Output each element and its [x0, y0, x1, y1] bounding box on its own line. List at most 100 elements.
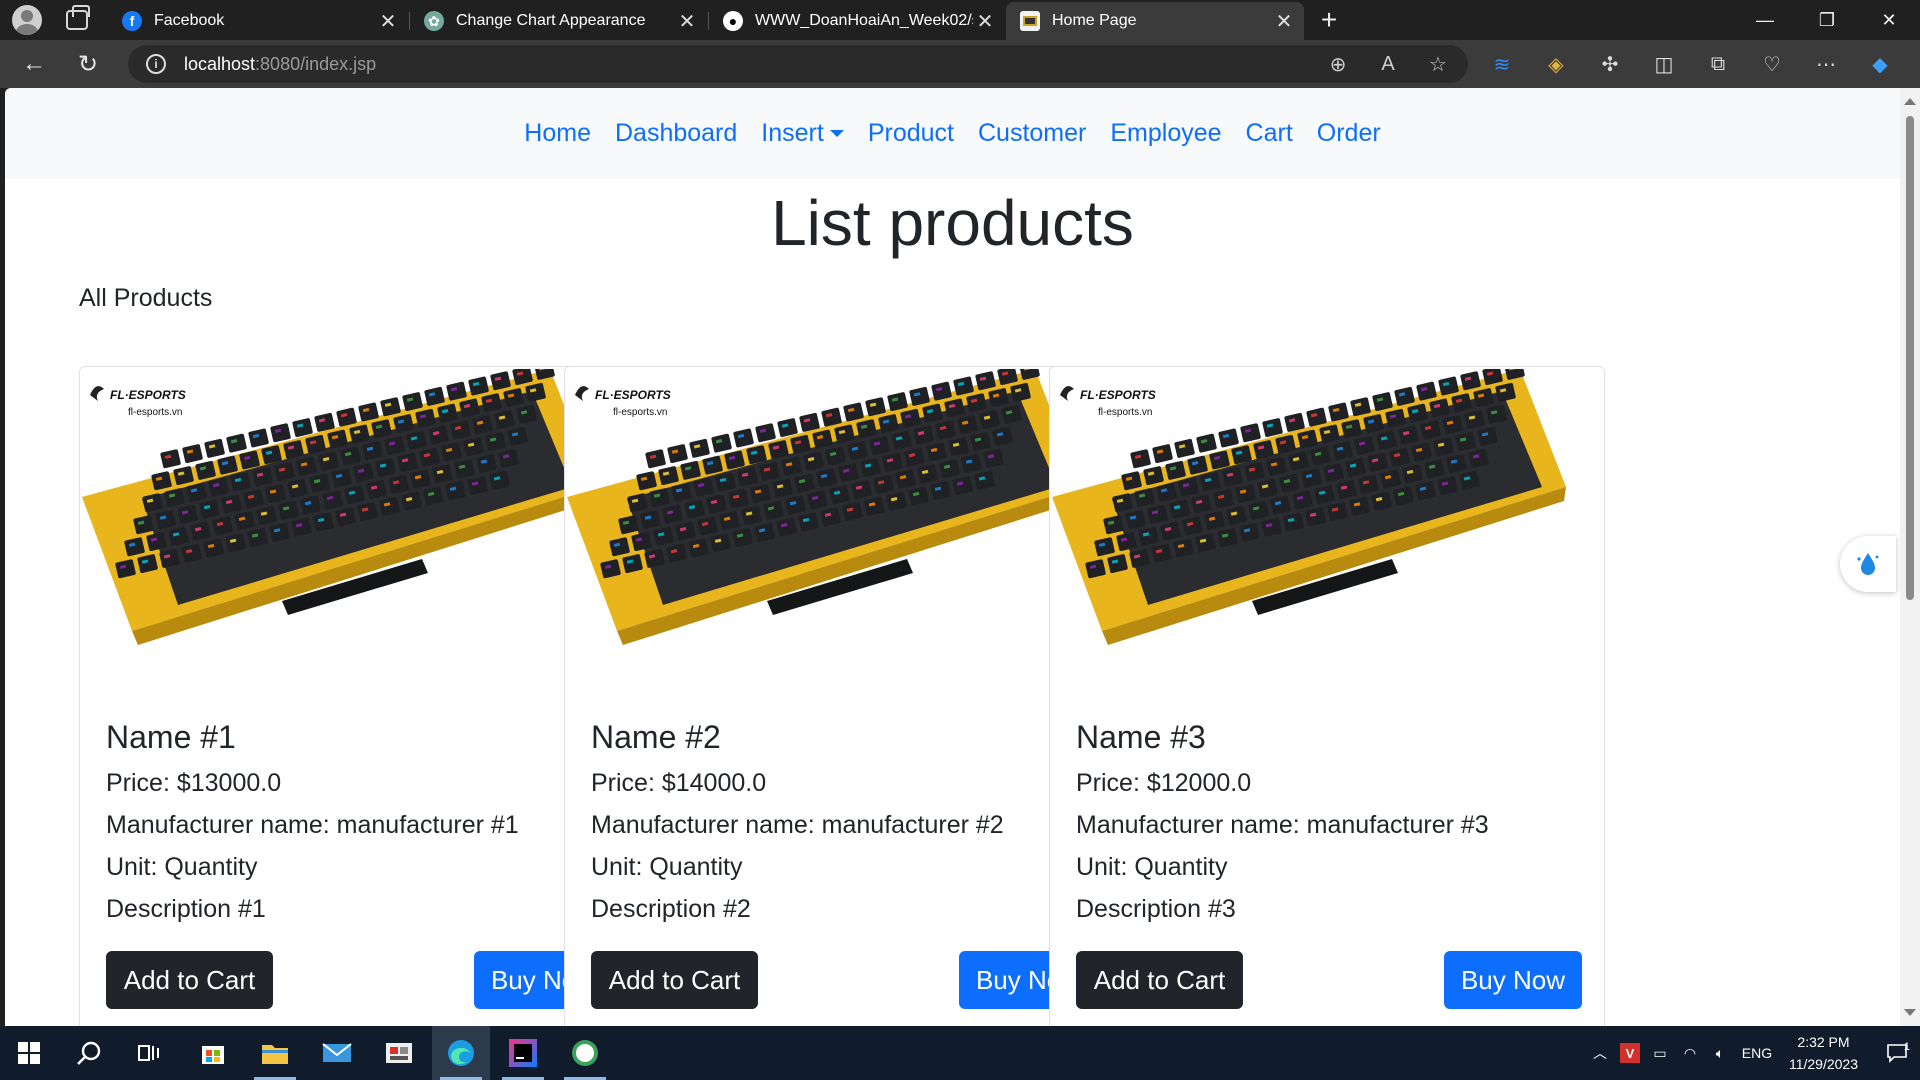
tab-github[interactable]: ● WWW_DoanHoaiAn_Week02/src ✕: [709, 2, 1005, 40]
site-info-icon[interactable]: i: [146, 54, 166, 74]
profile-avatar-icon[interactable]: [12, 5, 42, 35]
notification-count: 1: [1903, 1041, 1910, 1053]
tab-actions-icon[interactable]: [66, 5, 90, 30]
nav-home[interactable]: Home: [512, 119, 603, 148]
product-price: Price: $14000.0: [591, 769, 767, 797]
add-to-cart-button[interactable]: Add to Cart: [591, 951, 758, 1009]
product-card: FL·ESPORTS fl-esports.vn Name #3 Price: $12…: [1049, 366, 1605, 1026]
close-icon[interactable]: ✕: [1272, 9, 1296, 33]
battery-icon[interactable]: ▭: [1645, 1045, 1675, 1062]
task-view-icon[interactable]: [120, 1026, 178, 1080]
nav-employee[interactable]: Employee: [1098, 119, 1233, 148]
back-icon[interactable]: ←: [16, 46, 52, 82]
extensions-puzzle-icon[interactable]: ✣: [1592, 46, 1628, 82]
refresh-icon[interactable]: ↻: [70, 46, 106, 82]
performance-heart-icon[interactable]: ♡: [1754, 46, 1790, 82]
vivaldi-tray-icon[interactable]: V: [1615, 1043, 1645, 1063]
intellij-idea-icon[interactable]: [494, 1026, 552, 1080]
search-icon[interactable]: [60, 1026, 118, 1080]
address-bar[interactable]: i localhost:8080/index.jsp ⊕ A ☆: [128, 45, 1468, 83]
tab-change-chart[interactable]: ✿ Change Chart Appearance ✕: [410, 2, 707, 40]
product-name: Name #2: [591, 719, 721, 755]
close-icon[interactable]: ✕: [675, 9, 699, 33]
brand-site-text: fl-esports.vn: [613, 407, 667, 418]
more-menu-icon[interactable]: ⋯: [1808, 46, 1844, 82]
page-scrollbar[interactable]: [1900, 88, 1920, 1026]
zoom-icon[interactable]: ⊕: [1320, 46, 1356, 82]
language-indicator[interactable]: ENG: [1735, 1045, 1779, 1061]
product-keyboard-image: FL·ESPORTS fl-esports.vn: [1052, 369, 1602, 691]
browser-toolbar: ← ↻ i localhost:8080/index.jsp ⊕ A ☆ ≋ ◈…: [0, 40, 1920, 88]
clock-date: 11/29/2023: [1788, 1056, 1858, 1072]
clock[interactable]: 2:32 PM 11/29/2023: [1789, 1031, 1858, 1075]
product-unit: Unit: Quantity: [1076, 853, 1228, 881]
volume-icon[interactable]: 🔈︎: [1705, 1045, 1735, 1062]
product-name: Name #1: [106, 719, 236, 755]
nav-product[interactable]: Product: [856, 119, 966, 148]
nav-order[interactable]: Order: [1305, 119, 1393, 148]
store-icon[interactable]: [184, 1026, 242, 1080]
color-extension-icon[interactable]: ◈: [1538, 46, 1574, 82]
chatgpt-icon: ✿: [424, 11, 444, 31]
page-icon: [1020, 11, 1040, 31]
product-manufacturer: Manufacturer name: manufacturer #2: [591, 811, 1004, 839]
wifi-icon[interactable]: ◠: [1675, 1045, 1705, 1062]
close-icon[interactable]: ✕: [376, 9, 400, 33]
add-to-cart-button[interactable]: Add to Cart: [106, 951, 273, 1009]
product-description: Description #3: [1076, 895, 1236, 923]
facebook-icon: f: [122, 11, 142, 31]
scrollbar-thumb[interactable]: [1906, 116, 1914, 600]
omnibox-actions: ⊕ A ☆: [1320, 45, 1456, 83]
scroll-up-icon[interactable]: [1904, 98, 1916, 105]
nav-dashboard[interactable]: Dashboard: [603, 119, 749, 148]
product-price: Price: $13000.0: [106, 769, 282, 797]
nav-customer[interactable]: Customer: [966, 119, 1098, 148]
system-tray: ︿ V ▭ ◠ 🔈︎ ENG 2:32 PM 11/29/2023 1: [1585, 1026, 1920, 1080]
windows-start-icon[interactable]: [0, 1026, 58, 1080]
extension-icons: ≋ ◈ ✣ ◫ ⧉ ♡ ⋯ ◆: [1484, 46, 1898, 82]
brand-logo-text: FL·ESPORTS: [110, 388, 186, 402]
file-explorer-icon[interactable]: [246, 1026, 304, 1080]
url-text[interactable]: localhost:8080/index.jsp: [184, 54, 376, 75]
wifi-extension-icon[interactable]: ≋: [1484, 46, 1520, 82]
close-icon[interactable]: ✕: [973, 9, 997, 33]
brand-logo-text: FL·ESPORTS: [595, 388, 671, 402]
new-tab-icon[interactable]: +: [1313, 4, 1345, 36]
product-card: FL·ESPORTS fl-esports.vn Name #2 Price: $14…: [564, 366, 1120, 1026]
github-icon: ●: [723, 11, 743, 31]
brand-site-text: fl-esports.vn: [128, 407, 182, 418]
minimize-icon[interactable]: —: [1734, 0, 1796, 40]
close-window-icon[interactable]: ✕: [1858, 0, 1920, 40]
add-to-cart-button[interactable]: Add to Cart: [1076, 951, 1243, 1009]
nav-cart[interactable]: Cart: [1234, 119, 1305, 148]
read-aloud-icon[interactable]: A: [1370, 46, 1406, 82]
favorite-star-icon[interactable]: ☆: [1420, 46, 1456, 82]
photos-app-icon[interactable]: [370, 1026, 428, 1080]
chevron-up-icon[interactable]: ︿: [1585, 1043, 1615, 1063]
product-manufacturer: Manufacturer name: manufacturer #1: [106, 811, 519, 839]
nav-insert-dropdown[interactable]: Insert: [749, 119, 856, 148]
mail-icon[interactable]: [308, 1026, 366, 1080]
clock-time: 2:32 PM: [1797, 1034, 1850, 1050]
windows-taskbar: ︿ V ▭ ◠ 🔈︎ ENG 2:32 PM 11/29/2023 1: [0, 1026, 1920, 1080]
tab-facebook[interactable]: f Facebook ✕: [108, 2, 408, 40]
product-description: Description #2: [591, 895, 751, 923]
caret-down-icon: [829, 130, 844, 137]
url-path: :8080/index.jsp: [255, 53, 377, 74]
split-screen-icon[interactable]: ◫: [1646, 46, 1682, 82]
tab-home-page[interactable]: Home Page ✕: [1006, 2, 1304, 40]
edge-sidebar-drop-icon[interactable]: [1840, 536, 1896, 592]
collections-icon[interactable]: ⧉: [1700, 46, 1736, 82]
restore-icon[interactable]: ❐: [1796, 0, 1858, 40]
buy-now-button[interactable]: Buy Now: [1444, 951, 1582, 1009]
tab-title: Change Chart Appearance: [456, 12, 646, 29]
edge-browser-icon[interactable]: [432, 1026, 490, 1080]
url-host: localhost: [184, 53, 256, 74]
copilot-icon[interactable]: ◆: [1862, 46, 1898, 82]
notification-center-icon[interactable]: 1: [1874, 1041, 1920, 1063]
hs-app-icon[interactable]: [556, 1026, 614, 1080]
tab-title: Home Page: [1052, 12, 1137, 29]
nav-insert-label: Insert: [761, 119, 824, 147]
scroll-down-icon[interactable]: [1904, 1009, 1916, 1016]
tab-title: WWW_DoanHoaiAn_Week02/src: [755, 12, 973, 29]
